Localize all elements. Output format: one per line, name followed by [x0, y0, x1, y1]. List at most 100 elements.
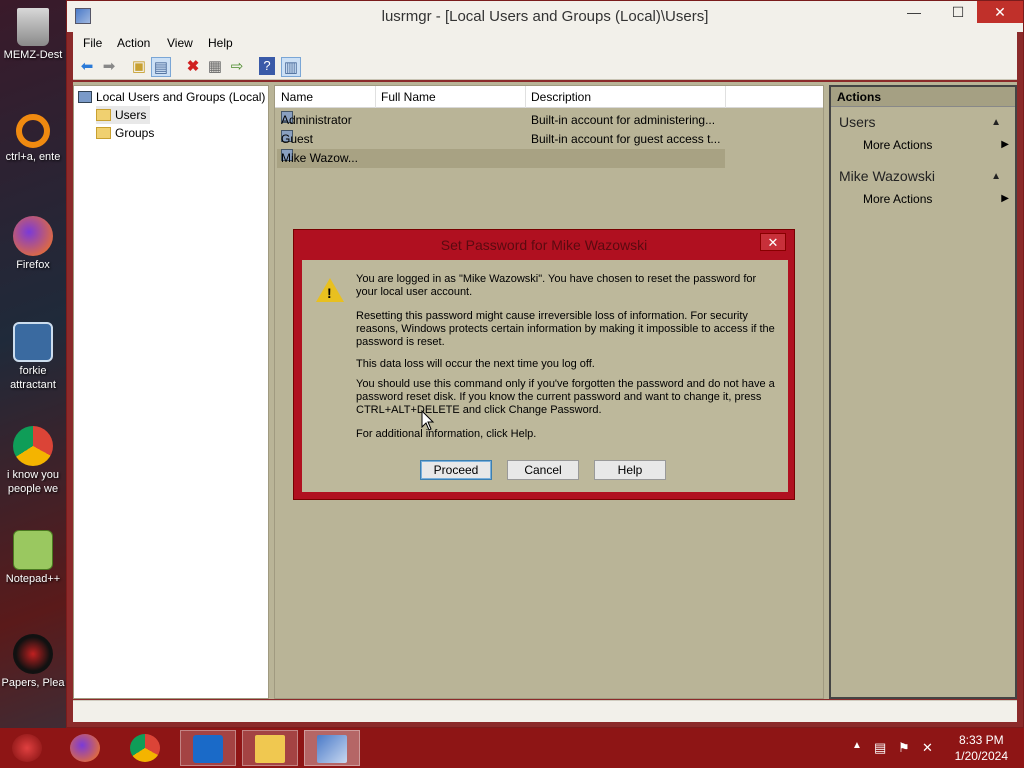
papers-please-icon [13, 634, 53, 674]
set-password-dialog: Set Password for Mike Wazowski ✕ ! You a… [293, 229, 795, 500]
desktop-icon-memz[interactable]: MEMZ-Dest [0, 8, 66, 62]
list-header: Name Full Name Description [275, 86, 823, 108]
forward-arrow-icon[interactable]: ➡ [99, 57, 119, 77]
desktop-icon-label: MEMZ-Dest [3, 49, 63, 61]
clock-time: 8:33 PM [958, 733, 1004, 747]
tree-item-label: Users [115, 108, 147, 122]
table-row[interactable]: Guest Built-in account for guest access … [277, 130, 725, 149]
notepad-plus-plus-icon [13, 530, 53, 570]
collapse-up-icon[interactable]: ▲ [991, 171, 1001, 182]
taskbar-firefox[interactable] [58, 730, 114, 766]
system-clock[interactable]: 8:33 PM 1/20/2024 [955, 732, 1008, 764]
help-icon[interactable]: ? [259, 57, 275, 75]
dialog-paragraph: You should use this command only if you'… [356, 378, 775, 416]
submenu-arrow-icon: ▶ [1001, 139, 1009, 150]
menu-view[interactable]: View [167, 36, 193, 50]
actions-section-users[interactable]: Users ▲ [839, 114, 1009, 130]
orange-ring-icon [16, 114, 50, 148]
table-row[interactable]: Administrator Built-in account for admin… [277, 111, 725, 130]
taskbar-outlook[interactable] [180, 730, 236, 766]
tree-item-users[interactable]: Users [96, 106, 151, 124]
delete-icon[interactable]: ✖ [183, 57, 203, 77]
desktop-icon-label: ctrl+a, ente [5, 151, 61, 163]
maximize-button[interactable]: ☐ [941, 1, 975, 23]
help-button[interactable]: Help [594, 460, 666, 480]
dialog-close-button[interactable]: ✕ [760, 233, 786, 251]
cancel-button[interactable]: Cancel [507, 460, 579, 480]
tree-item-groups[interactable]: Groups [96, 124, 154, 142]
actions-section-mike-wazowski[interactable]: Mike Wazowski ▲ [839, 168, 1009, 184]
desktop-icon-label: Papers, Plea [1, 677, 65, 689]
actions-pane: Actions Users ▲ More Actions ▶ Mike Wazo… [829, 85, 1017, 699]
menu-help[interactable]: Help [208, 36, 233, 50]
more-actions-users[interactable]: More Actions ▶ [863, 138, 1009, 152]
toolbar: ⬅ ➡ ▣ ▤ ✖ ▦ ⇨ ? ▥ [73, 54, 1017, 80]
taskbar-file-explorer[interactable] [242, 730, 298, 766]
desktop-icon-ctrl-a[interactable]: ctrl+a, ente [0, 114, 66, 164]
folder-icon [96, 109, 111, 121]
clock-date: 1/20/2024 [954, 749, 1008, 763]
desktop-icon-notepad[interactable]: Notepad++ [0, 530, 66, 586]
up-folder-icon[interactable]: ▣ [129, 57, 149, 77]
user-description: Built-in account for administering... [531, 113, 716, 127]
table-row-selected[interactable]: Mike Wazow... [277, 149, 725, 168]
window-title: lusrmgr - [Local Users and Groups (Local… [381, 8, 709, 25]
dialog-title: Set Password for Mike Wazowski [440, 237, 648, 253]
submenu-arrow-icon: ▶ [1001, 193, 1009, 204]
taskbar: ▲ ▤ ⚑ ✕ 8:33 PM 1/20/2024 [0, 728, 1024, 768]
dialog-paragraph: This data loss will occur the next time … [356, 358, 595, 370]
firefox-icon [13, 216, 53, 256]
taskbar-lusrmgr[interactable] [304, 730, 360, 766]
status-bar [73, 700, 1017, 722]
desktop-icon-firefox[interactable]: Firefox [0, 216, 66, 272]
chrome-icon [13, 426, 53, 466]
proceed-button[interactable]: Proceed [420, 460, 492, 480]
show-tree-icon[interactable]: ▤ [151, 57, 171, 77]
desktop-icon-label-2: people we [7, 483, 59, 495]
column-header-description[interactable]: Description [531, 90, 591, 104]
tree-root[interactable]: Local Users and Groups (Local) [78, 88, 265, 106]
menu-bar: File Action View Help [73, 32, 1017, 54]
volume-muted-icon[interactable]: ✕ [922, 740, 933, 756]
computer-icon [78, 91, 92, 103]
show-hidden-icons-icon[interactable]: ▲ [852, 740, 862, 751]
folder-icon [96, 127, 111, 139]
actions-header: Actions [831, 87, 1015, 107]
more-actions-mike-wazowski[interactable]: More Actions ▶ [863, 192, 1009, 206]
memz-icon [12, 734, 42, 762]
firefox-icon [70, 734, 100, 762]
menu-file[interactable]: File [83, 36, 102, 50]
column-header-name[interactable]: Name [281, 90, 313, 104]
dialog-body: ! You are logged in as "Mike Wazowski". … [302, 260, 788, 492]
export-icon[interactable]: ⇨ [227, 57, 247, 77]
network-icon[interactable]: ⚑ [898, 740, 910, 756]
navigation-tree: Local Users and Groups (Local) Users Gro… [73, 85, 269, 699]
column-header-full-name[interactable]: Full Name [381, 90, 436, 104]
close-button[interactable]: ✕ [977, 1, 1023, 23]
desktop-icon-label: Notepad++ [5, 573, 61, 585]
properties-icon[interactable]: ▦ [205, 57, 225, 77]
collapse-up-icon[interactable]: ▲ [991, 117, 1001, 128]
tree-root-label: Local Users and Groups (Local) [96, 90, 266, 104]
desktop-icon-chrome[interactable]: i know you people we [0, 426, 66, 496]
minimize-button[interactable]: — [897, 1, 931, 23]
outlook-icon [193, 735, 223, 763]
taskbar-memz[interactable] [0, 730, 56, 766]
desktop-icon-label-2: attractant [10, 379, 56, 391]
user-description: Built-in account for guest access t... [531, 132, 721, 146]
file-explorer-icon [255, 735, 285, 763]
desktop-icon-papers-please[interactable]: Papers, Plea [0, 634, 66, 690]
desktop-icon-label: forkie [19, 365, 47, 377]
menu-action[interactable]: Action [117, 36, 150, 50]
action-center-icon[interactable]: ▤ [874, 740, 886, 756]
console-view-icon[interactable]: ▥ [281, 57, 301, 77]
back-arrow-icon[interactable]: ⬅ [77, 57, 97, 77]
warning-exclamation: ! [327, 285, 332, 301]
desktop-icon-label: Firefox [16, 259, 50, 271]
desktop: MEMZ-Dest ctrl+a, ente Firefox forkie at… [0, 0, 66, 728]
dialog-paragraph: Resetting this password might cause irre… [356, 310, 775, 348]
desktop-icon-forkie[interactable]: forkie attractant [0, 322, 66, 392]
tree-item-label: Groups [115, 126, 155, 140]
taskbar-chrome[interactable] [118, 730, 174, 766]
title-bar[interactable]: lusrmgr - [Local Users and Groups (Local… [67, 1, 1023, 32]
